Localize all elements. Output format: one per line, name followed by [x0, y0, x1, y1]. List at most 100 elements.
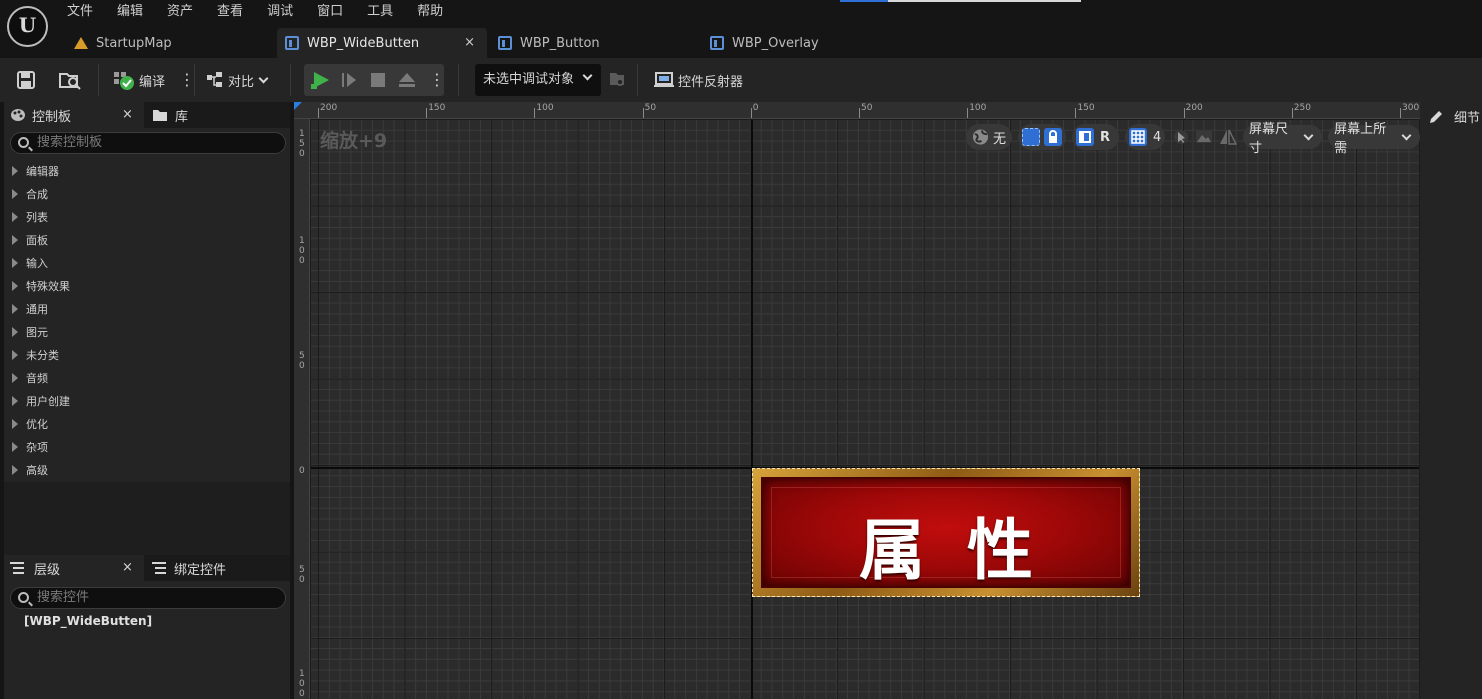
- grid-snap-value[interactable]: 4: [1153, 130, 1161, 145]
- screen-size-label: 屏幕尺寸: [1248, 122, 1288, 156]
- cursor-icon[interactable]: [1173, 129, 1189, 145]
- ruler-label: 150: [428, 103, 446, 113]
- tab-wbp-button[interactable]: WBP_Button: [498, 28, 600, 58]
- close-icon[interactable]: ×: [122, 560, 133, 575]
- palette-category[interactable]: 用户创建: [4, 389, 290, 412]
- respect-locks-toggle[interactable]: R: [1100, 130, 1110, 145]
- hierarchy-search-input[interactable]: 搜索控件: [10, 587, 286, 609]
- fill-screen-dropdown[interactable]: 屏幕上所需: [1328, 122, 1420, 156]
- grid-snap-icon[interactable]: [1128, 128, 1147, 146]
- lock-icon[interactable]: [1044, 128, 1062, 146]
- palette-tabs: 控制板 × 库: [4, 102, 290, 128]
- tab-hierarchy[interactable]: 层级 ×: [4, 555, 144, 581]
- ruler-tick: [642, 108, 644, 118]
- palette-category[interactable]: 面板: [4, 228, 290, 251]
- unreal-logo-icon[interactable]: U: [7, 6, 48, 47]
- menu-help[interactable]: 帮助: [405, 0, 455, 24]
- menu-tools[interactable]: 工具: [355, 0, 405, 24]
- palette-category[interactable]: 列表: [4, 205, 290, 228]
- ruler-tick: [426, 108, 428, 118]
- globe-icon: [972, 129, 989, 145]
- compile-button[interactable]: 编译 ⋮: [113, 66, 195, 94]
- palette-search-input[interactable]: 搜索控制板: [10, 132, 286, 154]
- ruler-label: 100: [969, 103, 987, 113]
- menu-file[interactable]: 文件: [55, 0, 105, 24]
- menu-asset[interactable]: 资产: [155, 0, 205, 24]
- ruler-tick: [859, 108, 860, 118]
- diff-button[interactable]: 对比: [206, 66, 271, 94]
- palette-category-label: 列表: [26, 210, 48, 224]
- ruler-tick: [1075, 108, 1077, 118]
- tab-wbp-widebutten[interactable]: WBP_WideButten ×: [277, 28, 487, 58]
- palette-category[interactable]: 优化: [4, 412, 290, 435]
- debug-browse-icon[interactable]: [608, 70, 626, 88]
- palette-category[interactable]: 杂项: [4, 435, 290, 458]
- ruler-tick: [1183, 108, 1185, 118]
- palette-category[interactable]: 合成: [4, 182, 290, 205]
- widget-reflector-button[interactable]: 控件反射器: [654, 66, 743, 94]
- tab-label: WBP_Overlay: [732, 35, 819, 51]
- hierarchy-tabs: 层级 × 绑定控件: [4, 555, 290, 581]
- ruler-label: 200: [1185, 103, 1203, 113]
- localization-value: 无: [992, 131, 1006, 147]
- tab-label: StartupMap: [96, 35, 172, 51]
- library-tab-label: 库: [175, 109, 189, 125]
- palette-category[interactable]: 输入: [4, 251, 290, 274]
- designer-canvas[interactable]: 200 150 100 50 0 50 100 150 200 250 300 1 5 0 1 0 0…: [294, 102, 1420, 699]
- ruler-label: 1 5 0: [299, 129, 305, 159]
- tab-startupmap[interactable]: StartupMap: [74, 28, 172, 58]
- expand-arrow-icon: [12, 326, 18, 337]
- expand-arrow-icon: [12, 165, 18, 176]
- close-tab-icon[interactable]: ×: [464, 35, 475, 50]
- eject-icon[interactable]: [397, 71, 417, 89]
- debug-object-value: 未选中调试对象: [483, 72, 575, 87]
- bind-widgets-tab-label: 绑定控件: [174, 562, 227, 578]
- tab-library[interactable]: 库: [150, 102, 188, 128]
- flip-icon[interactable]: [1219, 129, 1237, 145]
- grid-snap-group: 4: [1124, 124, 1165, 150]
- palette-category-label: 特殊效果: [26, 279, 70, 293]
- layout-icon[interactable]: [1076, 128, 1094, 146]
- toolbar-separator: [637, 64, 638, 96]
- toolbar: 编译 ⋮ 对比 ⋮ 未选中调试对象 控件反射器: [0, 58, 1482, 102]
- play-options-icon[interactable]: ⋮: [429, 72, 445, 88]
- ruler-label: 0: [299, 466, 305, 476]
- marquee-select-icon[interactable]: [1022, 128, 1040, 146]
- palette-category[interactable]: 特殊效果: [4, 274, 290, 297]
- close-icon[interactable]: ×: [122, 107, 133, 122]
- step-icon[interactable]: [340, 71, 358, 89]
- localization-button[interactable]: 无: [966, 124, 1012, 150]
- image-icon[interactable]: [1195, 130, 1213, 144]
- tree-root-item[interactable]: [WBP_WideButten]: [24, 614, 152, 628]
- menu-edit[interactable]: 编辑: [105, 0, 155, 24]
- widget-button-preview[interactable]: 属性: [752, 468, 1140, 597]
- save-button[interactable]: [16, 66, 36, 94]
- palette-category[interactable]: 高级: [4, 458, 290, 481]
- palette-category[interactable]: 编辑器: [4, 159, 290, 182]
- play-icon[interactable]: [310, 70, 332, 90]
- browse-button[interactable]: [58, 66, 82, 94]
- stop-icon[interactable]: [370, 72, 386, 88]
- button-text: 属性: [859, 512, 1075, 589]
- ruler-label: 1 0 0: [299, 236, 305, 266]
- hierarchy-panel: 层级 × 绑定控件 搜索控件 [WBP_WideButten]: [4, 555, 290, 699]
- palette-category[interactable]: 图元: [4, 320, 290, 343]
- tab-palette[interactable]: 控制板 ×: [4, 102, 144, 128]
- compile-options-icon[interactable]: ⋮: [179, 72, 195, 88]
- debug-object-select[interactable]: 未选中调试对象: [475, 64, 601, 96]
- tab-wbp-overlay[interactable]: WBP_Overlay: [710, 28, 819, 58]
- palette-category-label: 编辑器: [26, 164, 59, 178]
- palette-category[interactable]: 音频: [4, 366, 290, 389]
- screen-size-dropdown[interactable]: 屏幕尺寸: [1242, 122, 1323, 156]
- search-icon: [18, 137, 29, 148]
- palette-category[interactable]: 通用: [4, 297, 290, 320]
- palette-category[interactable]: 未分类: [4, 343, 290, 366]
- menu-items: 文件 编辑 资产 查看 调试 窗口 工具 帮助: [55, 0, 455, 24]
- tab-bind-widgets[interactable]: 绑定控件: [150, 555, 226, 581]
- tab-details[interactable]: 细节: [1428, 107, 1480, 126]
- menu-debug[interactable]: 调试: [255, 0, 305, 24]
- browse-folder-icon: [59, 73, 81, 90]
- expand-arrow-icon: [12, 257, 18, 268]
- menu-window[interactable]: 窗口: [305, 0, 355, 24]
- menu-view[interactable]: 查看: [205, 0, 255, 24]
